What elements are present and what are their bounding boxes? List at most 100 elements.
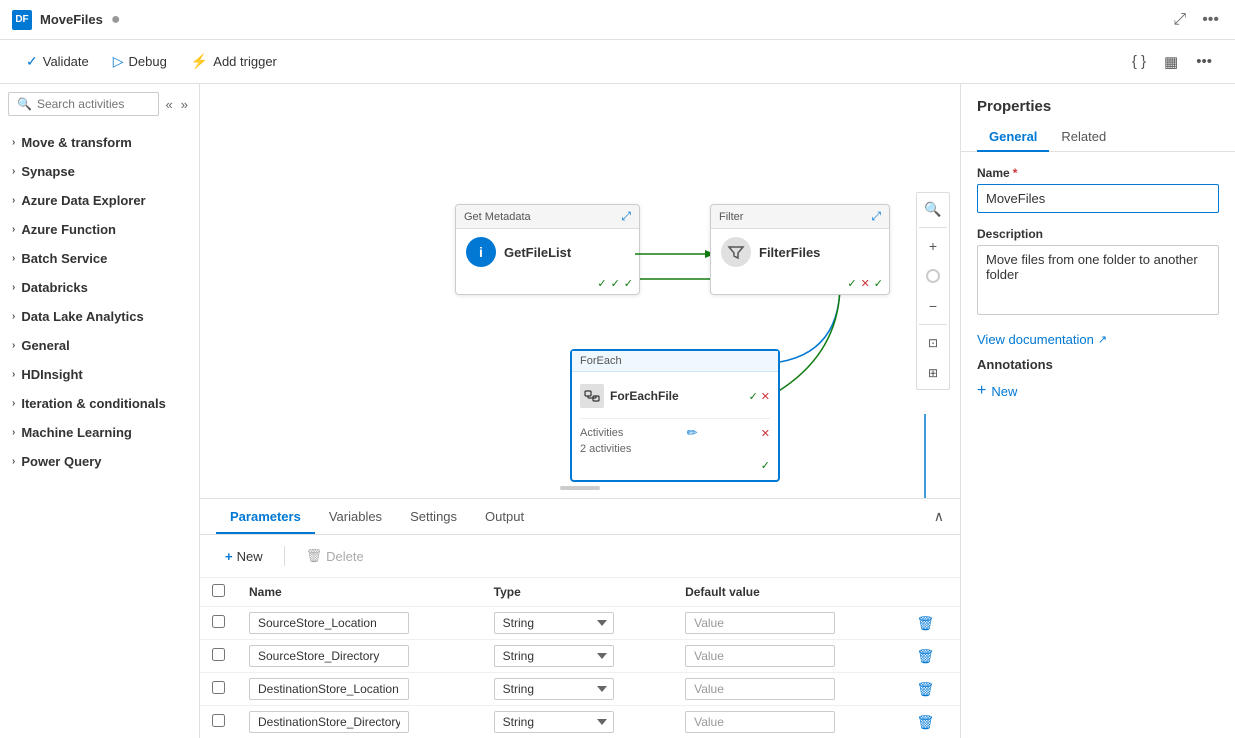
nav-item-label: Synapse (21, 164, 74, 179)
sidebar-item-power-query[interactable]: › Power Query (0, 447, 199, 476)
name-input[interactable] (977, 184, 1219, 213)
chevron-icon: › (12, 456, 15, 467)
param-name-input[interactable] (249, 711, 409, 733)
sidebar-item-synapse[interactable]: › Synapse (0, 157, 199, 186)
layout-btn[interactable]: ⊞ (919, 359, 947, 387)
chevron-icon: › (12, 369, 15, 380)
get-metadata-node[interactable]: Get Metadata ⤢ i GetFileList ✓ ✓ ✓ (455, 204, 640, 295)
add-trigger-btn[interactable]: ⚡ Add trigger (181, 47, 287, 76)
params-table: Name Type Default value StringIntFloatBo… (200, 578, 960, 738)
more-menu-btn[interactable]: ••• (1189, 48, 1219, 75)
description-textarea[interactable]: Move files from one folder to another fo… (977, 245, 1219, 315)
get-metadata-icon: i (466, 237, 496, 267)
row-checkbox[interactable] (212, 615, 225, 628)
chevron-icon: › (12, 253, 15, 264)
debug-btn[interactable]: ▷ Debug (103, 47, 177, 76)
foreach-node[interactable]: ForEach (570, 349, 780, 482)
param-delete-btn[interactable]: 🗑 (916, 714, 934, 731)
sidebar-item-iteration-conditionals[interactable]: › Iteration & conditionals (0, 389, 199, 418)
chevron-icon: › (12, 282, 15, 293)
tab-settings[interactable]: Settings (396, 501, 471, 534)
chevron-icon: › (12, 224, 15, 235)
pipeline-canvas[interactable]: Get Metadata ⤢ i GetFileList ✓ ✓ ✓ (200, 84, 960, 498)
search-input[interactable] (37, 97, 150, 111)
param-type-select[interactable]: StringIntFloatBoolArrayObjectSecureStrin… (494, 678, 614, 700)
nav-item-label: General (21, 338, 69, 353)
layout-btn[interactable]: ▦ (1157, 48, 1185, 76)
fit-view-btn[interactable]: ⊡ (919, 329, 947, 357)
arrow-svg (635, 239, 715, 269)
sidebar-item-hdinsight[interactable]: › HDInsight (0, 360, 199, 389)
panel-collapse-btn[interactable]: ∧ (934, 508, 944, 525)
param-delete-btn[interactable]: 🗑 (916, 615, 934, 632)
foreach-name: ForEachFile (610, 389, 679, 403)
sidebar-item-azure-function[interactable]: › Azure Function (0, 215, 199, 244)
props-tab-general[interactable]: General (977, 123, 1049, 152)
success-check-icon3: ✓ (624, 277, 633, 290)
sidebar-item-general[interactable]: › General (0, 331, 199, 360)
required-indicator: * (1013, 166, 1018, 180)
sidebar: 🔍 « » › Move & transform › Synapse › Azu… (0, 84, 200, 738)
param-value-input[interactable] (685, 612, 835, 634)
plus-icon: + (977, 382, 986, 400)
properties-tabs: General Related (961, 115, 1235, 152)
foreach-delete-icon[interactable]: ✕ (761, 427, 770, 440)
row-checkbox[interactable] (212, 648, 225, 661)
success-check-icon2: ✓ (874, 277, 883, 290)
param-name-input[interactable] (249, 678, 409, 700)
collapse-all-btn[interactable]: « (163, 95, 176, 114)
param-name-input[interactable] (249, 645, 409, 667)
foreach-edit-btn[interactable]: ✏ (687, 425, 698, 441)
param-type-select[interactable]: StringIntFloatBoolArrayObjectSecureStrin… (494, 711, 614, 733)
filter-node[interactable]: Filter ⤢ FilterFiles ✓ ✕ (710, 204, 890, 295)
new-param-btn[interactable]: + New (216, 544, 272, 569)
code-view-btn[interactable]: { } (1125, 48, 1153, 75)
success-check-icon: ✓ (597, 277, 606, 290)
app-title: MoveFiles (40, 12, 103, 27)
param-delete-btn[interactable]: 🗑 (916, 648, 934, 665)
search-canvas-btn[interactable]: 🔍 (919, 195, 947, 223)
node-header: Get Metadata ⤢ (456, 205, 639, 229)
nav-item-label: Azure Function (21, 222, 116, 237)
sidebar-item-data-lake-analytics[interactable]: › Data Lake Analytics (0, 302, 199, 331)
success-check-icon: ✓ (847, 277, 856, 290)
divider2 (919, 324, 947, 325)
add-annotation-btn[interactable]: + New (977, 380, 1017, 402)
param-name-input[interactable] (249, 612, 409, 634)
param-delete-btn[interactable]: 🗑 (916, 681, 934, 698)
table-row: StringIntFloatBoolArrayObjectSecureStrin… (200, 640, 960, 673)
sidebar-item-machine-learning[interactable]: › Machine Learning (0, 418, 199, 447)
tab-output[interactable]: Output (471, 501, 538, 534)
sidebar-item-batch-service[interactable]: › Batch Service (0, 244, 199, 273)
expand-all-btn[interactable]: » (178, 95, 191, 114)
select-all-checkbox[interactable] (212, 584, 225, 597)
zoom-out-btn[interactable]: − (919, 292, 947, 320)
param-type-select[interactable]: StringIntFloatBoolArrayObjectSecureStrin… (494, 645, 614, 667)
param-value-input[interactable] (685, 678, 835, 700)
row-checkbox[interactable] (212, 714, 225, 727)
maximize-btn[interactable]: ⤢ (1169, 7, 1190, 33)
delete-param-btn[interactable]: 🗑 Delete (297, 543, 373, 569)
overflow-menu-btn[interactable]: ••• (1198, 7, 1223, 33)
row-checkbox[interactable] (212, 681, 225, 694)
sidebar-item-move-transform[interactable]: › Move & transform (0, 128, 199, 157)
chevron-icon: › (12, 340, 15, 351)
search-icon: 🔍 (17, 97, 32, 111)
view-docs-link[interactable]: View documentation ↗ (977, 332, 1219, 347)
zoom-in-btn[interactable]: + (919, 232, 947, 260)
param-type-select[interactable]: StringIntFloatBoolArrayObjectSecureStrin… (494, 612, 614, 634)
sidebar-item-databricks[interactable]: › Databricks (0, 273, 199, 302)
sidebar-item-azure-data-explorer[interactable]: › Azure Data Explorer (0, 186, 199, 215)
node-name: FilterFiles (759, 245, 820, 260)
chevron-icon: › (12, 166, 15, 177)
node-expand-icon: ⤢ (871, 209, 881, 224)
search-box[interactable]: 🔍 (8, 92, 159, 116)
param-value-input[interactable] (685, 711, 835, 733)
param-value-input[interactable] (685, 645, 835, 667)
node-header: Filter ⤢ (711, 205, 889, 229)
props-tab-related[interactable]: Related (1049, 123, 1118, 152)
validate-btn[interactable]: ✓ Validate (16, 47, 99, 76)
tab-variables[interactable]: Variables (315, 501, 396, 534)
pipeline-canvas-container[interactable]: Get Metadata ⤢ i GetFileList ✓ ✓ ✓ (200, 84, 960, 498)
tab-parameters[interactable]: Parameters (216, 501, 315, 534)
